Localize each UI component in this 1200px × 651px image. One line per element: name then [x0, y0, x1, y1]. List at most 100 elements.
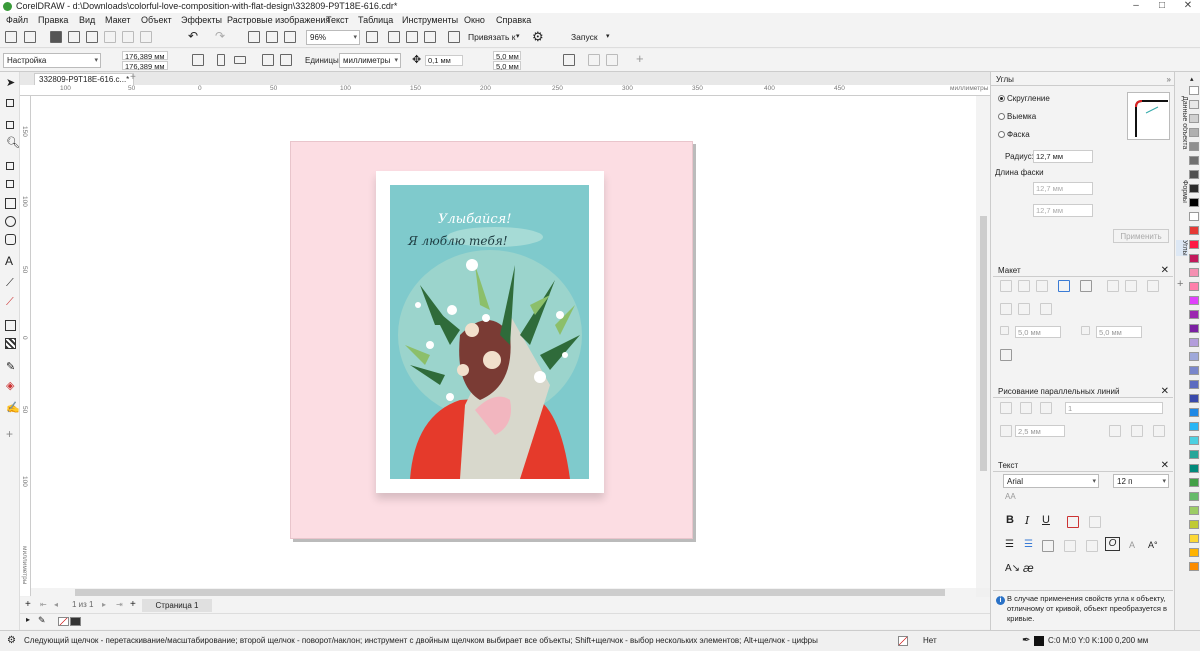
menu-table[interactable]: Таблица [358, 13, 393, 27]
settings-gear-icon[interactable]: ⚙ [7, 631, 16, 651]
shape-tool-icon[interactable] [6, 99, 14, 107]
import-arrow-icon[interactable] [248, 31, 260, 43]
menu-layout[interactable]: Макет [105, 13, 130, 27]
color-swatch[interactable] [1189, 226, 1199, 235]
connector-tool-icon[interactable]: ⟋ [6, 296, 14, 309]
color-swatch[interactable] [1189, 380, 1199, 389]
show-guides-icon[interactable] [424, 31, 436, 43]
color-swatch[interactable] [1189, 450, 1199, 459]
menu-tools[interactable]: Инструменты [402, 13, 458, 27]
menu-effects[interactable]: Эффекты [181, 13, 222, 27]
rectangle-tool-icon[interactable] [5, 198, 16, 209]
color-swatch[interactable] [1189, 128, 1199, 137]
color-swatch[interactable] [1189, 86, 1199, 95]
align-3-icon[interactable] [1036, 280, 1048, 292]
layout-spacing-2-field[interactable]: 5,0 мм [1096, 326, 1142, 338]
preset-combo[interactable]: Настройка ▾ [3, 53, 101, 68]
spacing-2-checkbox[interactable] [1081, 326, 1090, 335]
bold-icon[interactable]: B [1006, 514, 1014, 526]
color-swatch[interactable] [1189, 310, 1199, 319]
horizontal-scrollbar[interactable] [31, 588, 976, 597]
underline-icon[interactable]: U [1042, 514, 1050, 526]
text-background-icon[interactable] [1089, 516, 1101, 528]
zoom-level-combo[interactable]: 96% ▾ [306, 30, 360, 45]
color-swatch[interactable] [1189, 114, 1199, 123]
parallel-double-icon[interactable] [1040, 402, 1052, 414]
parallel-count-field[interactable]: 1 [1065, 402, 1163, 414]
font-size-combo[interactable]: 12 п ▾ [1113, 474, 1169, 488]
first-page-icon[interactable]: ⇤ [40, 597, 47, 613]
freehand-tool-icon[interactable] [6, 162, 14, 170]
color-swatch[interactable] [1189, 240, 1199, 249]
save-icon[interactable] [50, 31, 62, 43]
landscape-icon[interactable] [234, 56, 246, 64]
scallop-radio[interactable] [998, 113, 1005, 120]
last-page-icon[interactable]: ⇥ [116, 597, 123, 613]
spacing-checkbox[interactable] [1000, 326, 1009, 335]
new-tab-add-icon[interactable]: + [130, 72, 136, 83]
text-color-icon[interactable] [1067, 516, 1079, 528]
distribute-icon[interactable] [1058, 280, 1070, 292]
snap-off-icon[interactable] [588, 54, 600, 66]
undo-icon[interactable]: ↶ [188, 29, 198, 43]
open-icon[interactable] [24, 31, 36, 43]
color-swatch[interactable] [1189, 548, 1199, 557]
color-swatch[interactable] [1189, 352, 1199, 361]
add-page-before-icon[interactable]: + [25, 597, 31, 613]
no-color-swatch[interactable] [58, 617, 69, 626]
new-document-icon[interactable] [5, 31, 17, 43]
close-window-button[interactable]: ✕ [1178, 0, 1198, 13]
snap-icon[interactable] [448, 31, 460, 43]
parallel-dimension-tool-icon[interactable]: ⟋ [6, 277, 14, 290]
vertical-scroll-thumb[interactable] [980, 216, 987, 471]
options-gear-icon[interactable]: ⚙ [532, 29, 544, 45]
parallel-option-1-icon[interactable] [1109, 425, 1121, 437]
all-pages-icon[interactable] [262, 54, 274, 66]
full-screen-icon[interactable] [366, 31, 378, 43]
indent-icon[interactable] [1042, 540, 1054, 552]
apply-button[interactable]: Применить [1113, 229, 1169, 243]
transparency-tool-icon[interactable] [5, 338, 16, 349]
close-text-panel-icon[interactable]: ✕ [1161, 459, 1169, 472]
zoom-tool-icon[interactable]: 🔍︎ [6, 136, 20, 149]
parallel-option-3-icon[interactable] [1153, 425, 1165, 437]
align-center-icon[interactable] [1086, 540, 1098, 552]
drawing-canvas[interactable]: Улыбайся! Я люблю тебя! [31, 96, 976, 588]
import-icon[interactable] [68, 31, 80, 43]
crop-tool-icon[interactable] [6, 121, 14, 129]
chamfer-length-a-field[interactable]: 12,7 мм [1033, 182, 1093, 195]
next-page-icon[interactable]: ▸ [102, 597, 106, 613]
layout-options-icon[interactable] [1080, 280, 1092, 292]
arrange-3-icon[interactable] [1147, 280, 1159, 292]
show-grid-icon[interactable] [406, 31, 418, 43]
rotate-icon[interactable] [192, 54, 204, 66]
duplicate-x-field[interactable]: 5,0 мм [493, 51, 521, 61]
publish-pdf-icon[interactable] [284, 31, 296, 43]
parallel-option-2-icon[interactable] [1131, 425, 1143, 437]
color-swatch[interactable] [1189, 254, 1199, 263]
minimize-button[interactable]: ‒ [1126, 0, 1146, 13]
color-swatch[interactable] [1189, 394, 1199, 403]
snap-off-2-icon[interactable] [606, 54, 618, 66]
color-swatch[interactable] [1189, 520, 1199, 529]
prev-page-icon[interactable]: ◂ [54, 597, 58, 613]
color-swatch[interactable] [1189, 100, 1199, 109]
horizontal-ruler[interactable]: 100 50 0 50 100 150 200 250 300 350 400 … [20, 85, 990, 96]
tab-corners[interactable]: Углы [1176, 240, 1188, 256]
launch-dropdown[interactable]: Запуск [571, 32, 598, 42]
color-swatch[interactable] [1189, 422, 1199, 431]
vertical-scrollbar[interactable] [976, 96, 990, 588]
interactive-fill-tool-icon[interactable]: ◈ [6, 379, 14, 392]
pick-tool-icon[interactable]: ➤ [6, 76, 15, 89]
parallel-single-icon[interactable] [1020, 402, 1032, 414]
opentype-icon[interactable]: O [1105, 537, 1120, 551]
character-options-icon[interactable]: A° [1148, 540, 1158, 550]
color-swatch[interactable] [1189, 282, 1199, 291]
cut-icon[interactable] [104, 31, 116, 43]
polygon-tool-icon[interactable] [5, 234, 16, 245]
spacing-3-icon[interactable] [1040, 303, 1052, 315]
snap-to-dropdown[interactable]: Привязать к [468, 32, 515, 42]
italic-icon[interactable]: I [1025, 514, 1029, 527]
close-parallel-panel-icon[interactable]: ✕ [1161, 385, 1169, 398]
export-icon[interactable] [86, 31, 98, 43]
